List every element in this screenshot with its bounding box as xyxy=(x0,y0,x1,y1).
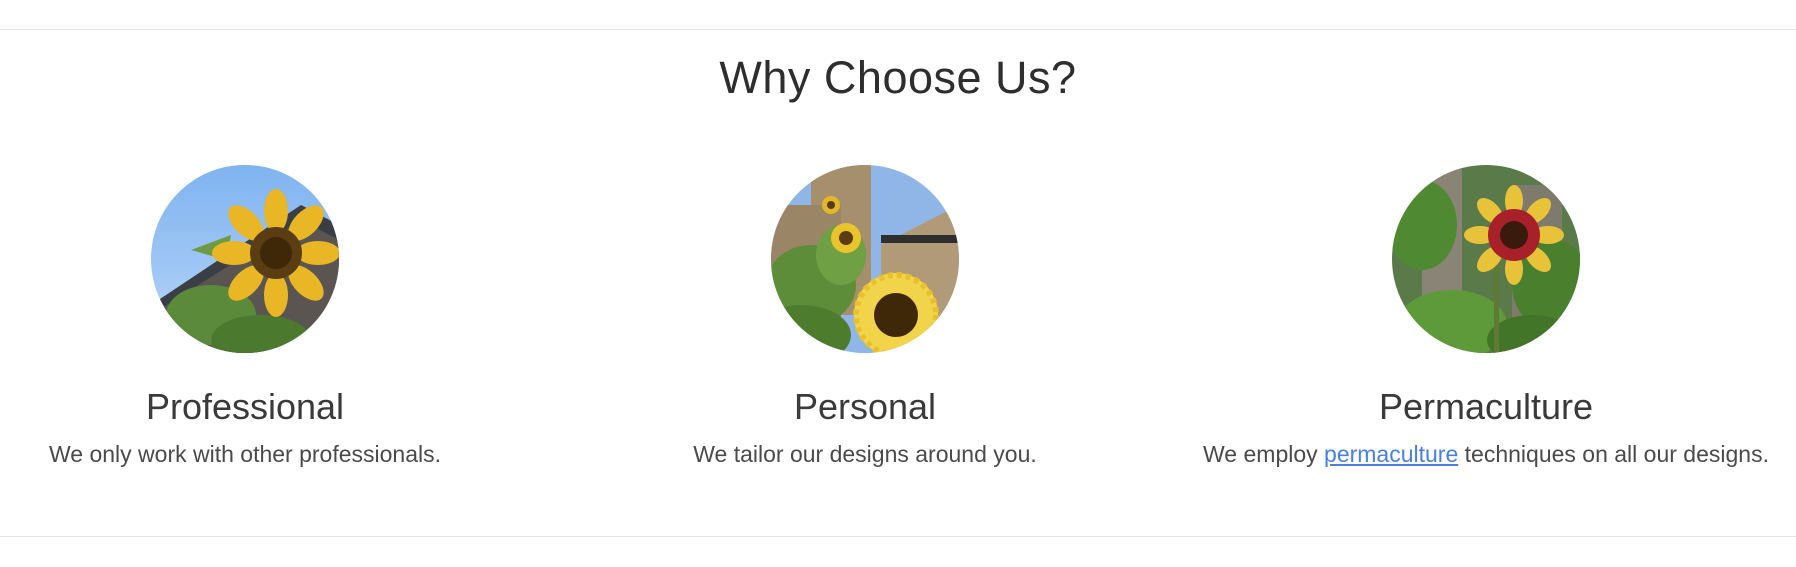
feature-description: We tailor our designs around you. xyxy=(693,441,1037,467)
permaculture-link[interactable]: permaculture xyxy=(1324,441,1458,467)
feature-description: We employ permaculture techniques on all… xyxy=(1176,439,1796,469)
feature-permaculture: Permaculture We employ permaculture tech… xyxy=(1176,165,1796,469)
section-title: Why Choose Us? xyxy=(719,52,1077,103)
bottom-divider xyxy=(0,536,1796,537)
feature-title: Permaculture xyxy=(1378,386,1594,427)
top-divider xyxy=(0,29,1796,30)
feature-description: We only work with other professionals. xyxy=(48,441,442,467)
description-text: We employ xyxy=(1203,441,1325,467)
feature-title: Personal xyxy=(793,386,937,427)
description-text: techniques on all our designs. xyxy=(1458,441,1769,467)
feature-personal: Personal We tailor our designs around yo… xyxy=(555,165,1175,469)
feature-professional: Professional We only work with other pro… xyxy=(0,165,555,469)
sunflower-garden-image xyxy=(771,165,959,353)
sunflower-sky-image xyxy=(151,165,339,353)
feature-title: Professional xyxy=(145,386,345,427)
red-sunflower-image xyxy=(1392,165,1580,353)
